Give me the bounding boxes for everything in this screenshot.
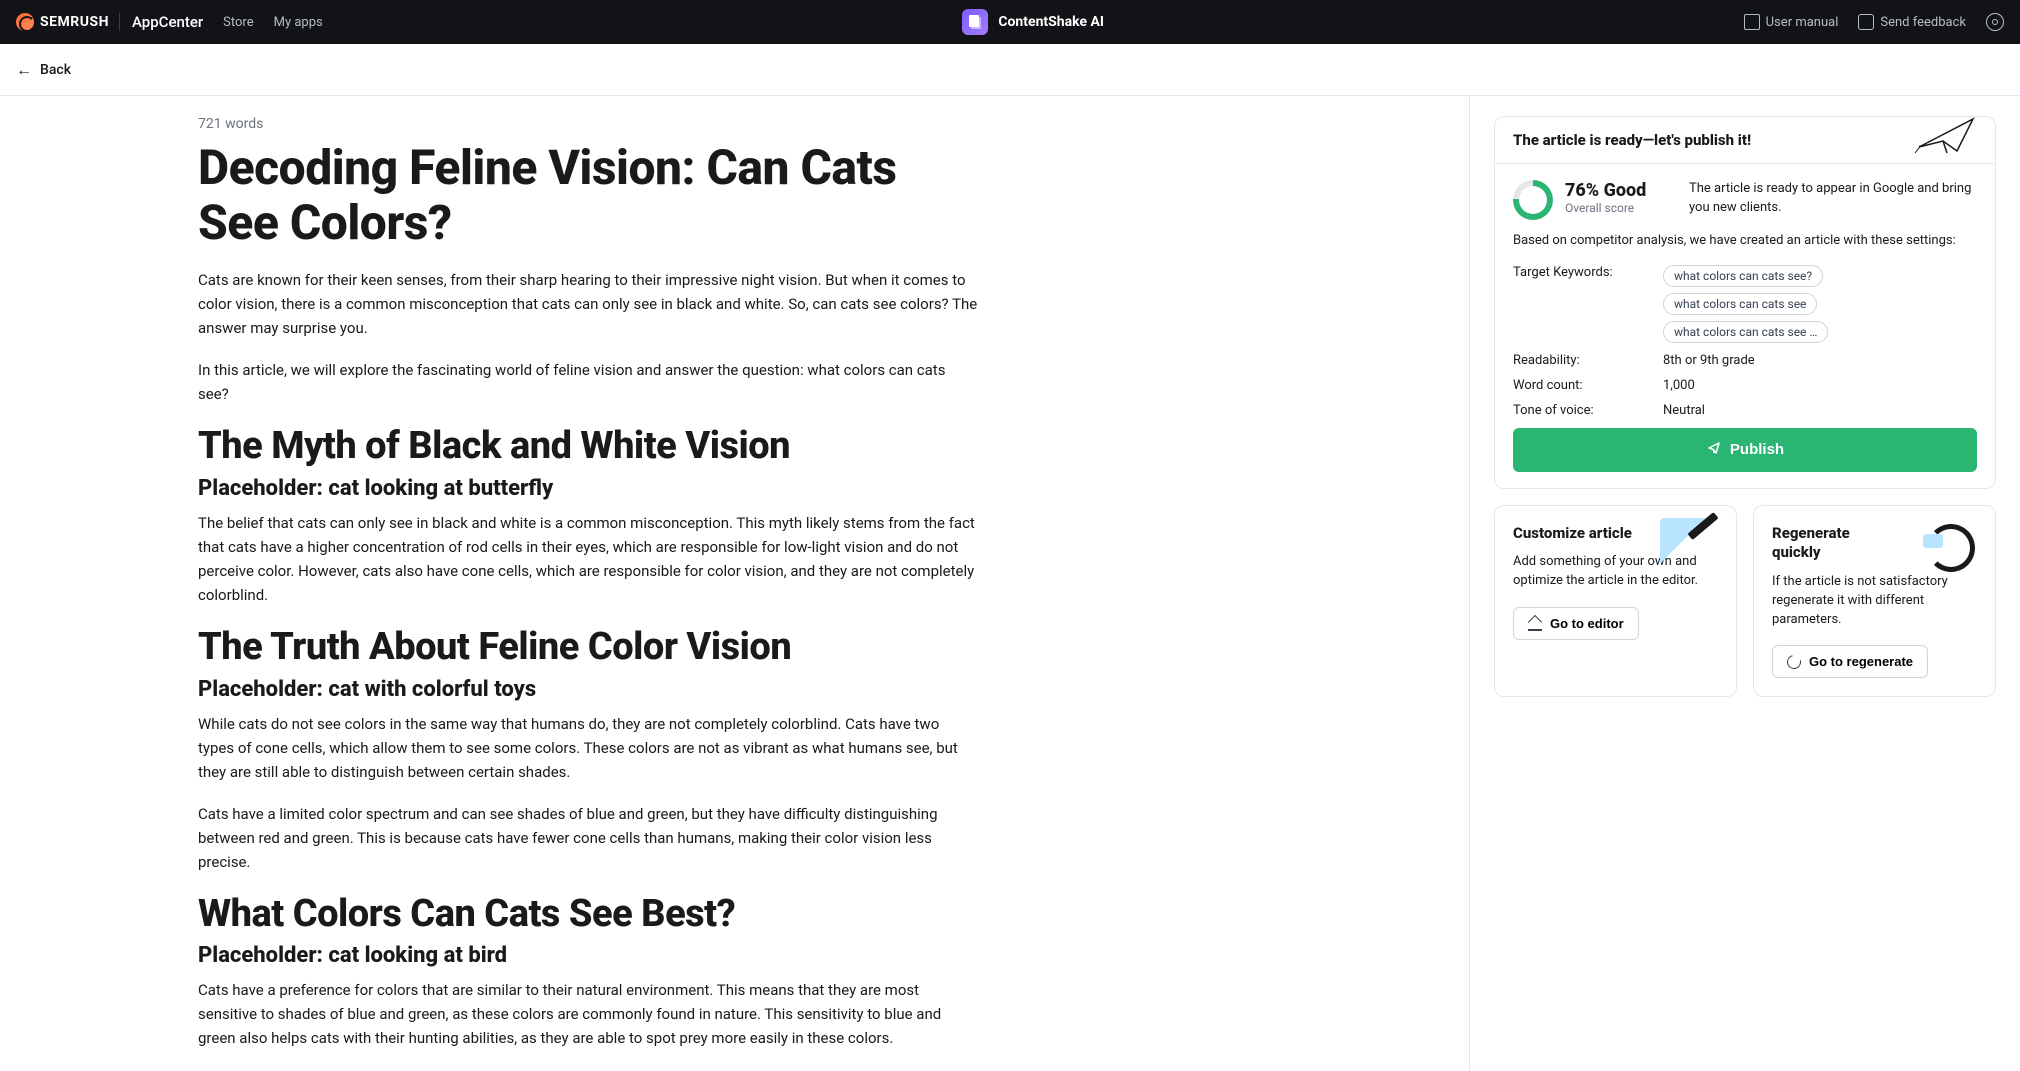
share-icon	[1706, 440, 1722, 460]
paragraph: Cats have a preference for colors that a…	[198, 978, 978, 1050]
paragraph: The belief that cats can only see in bla…	[198, 511, 978, 607]
ready-title: The article is ready—let's publish it!	[1513, 131, 1751, 149]
user-manual-label: User manual	[1766, 15, 1839, 30]
paragraph: Cats have a limited color spectrum and c…	[198, 802, 978, 874]
keyword-chips: what colors can cats see? what colors can…	[1663, 265, 1977, 343]
app-name: ContentShake AI	[998, 14, 1104, 30]
book-icon	[1744, 14, 1760, 30]
card-title: Customize article	[1513, 524, 1643, 544]
semrush-logo[interactable]: SEMRUSH AppCenter	[16, 13, 203, 31]
refresh-icon	[1784, 652, 1803, 671]
paragraph: Cats are known for their keen senses, fr…	[198, 268, 978, 340]
customize-card: Customize article Add something of your …	[1494, 505, 1737, 698]
keywords-label: Target Keywords:	[1513, 265, 1653, 280]
keyword-chip[interactable]: what colors can cats see	[1663, 293, 1817, 315]
keyword-chip[interactable]: what colors can cats see …	[1663, 321, 1828, 343]
panel-header: The article is ready—let's publish it!	[1495, 117, 1995, 164]
score-subtitle: Overall score	[1565, 201, 1675, 215]
wordcount-value: 1,000	[1663, 378, 1977, 393]
card-title: Regenerate quickly	[1772, 524, 1902, 563]
semrush-logo-icon	[16, 13, 34, 31]
section-heading: The Truth About Feline Color Vision	[198, 625, 978, 671]
article-title: Decoding Feline Vision: Can Cats See Col…	[198, 140, 978, 250]
analysis-text: Based on competitor analysis, we have cr…	[1513, 232, 1977, 251]
button-label: Go to regenerate	[1809, 654, 1913, 669]
image-placeholder: Placeholder: cat with colorful toys	[198, 677, 978, 702]
brand-name: SEMRUSH	[40, 14, 109, 30]
current-app[interactable]: ContentShake AI	[962, 9, 1104, 35]
appcenter-label: AppCenter	[119, 13, 203, 31]
nav-store[interactable]: Store	[223, 15, 253, 30]
go-to-editor-button[interactable]: Go to editor	[1513, 607, 1639, 640]
settings-icon[interactable]	[1986, 13, 2004, 31]
publish-label: Publish	[1730, 441, 1784, 458]
keyword-chip[interactable]: what colors can cats see?	[1663, 265, 1823, 287]
section-heading: The Myth of Black and White Vision	[198, 424, 978, 470]
score-donut-icon	[1513, 180, 1553, 220]
readability-value: 8th or 9th grade	[1663, 353, 1977, 368]
image-placeholder: Placeholder: cat looking at butterfly	[198, 476, 978, 501]
pen-illustration-icon	[1660, 518, 1724, 568]
refresh-illustration-icon	[1919, 518, 1983, 568]
send-feedback-link[interactable]: Send feedback	[1858, 14, 1966, 30]
score-value: 76% Good	[1565, 180, 1675, 201]
button-label: Go to editor	[1550, 616, 1624, 631]
publish-button[interactable]: Publish	[1513, 428, 1977, 472]
readability-label: Readability:	[1513, 353, 1653, 368]
arrow-left-icon: ←	[16, 60, 32, 80]
tone-label: Tone of voice:	[1513, 403, 1653, 418]
image-placeholder: Placeholder: cat looking at bird	[198, 943, 978, 968]
chat-icon	[1858, 14, 1874, 30]
section-heading: What Colors Can Cats See Best?	[198, 892, 978, 938]
go-to-regenerate-button[interactable]: Go to regenerate	[1772, 645, 1928, 678]
score-description: The article is ready to appear in Google…	[1689, 180, 1977, 218]
score-panel: The article is ready—let's publish it! 7…	[1494, 116, 1996, 489]
sidebar: The article is ready—let's publish it! 7…	[1470, 96, 2020, 1071]
back-button[interactable]: ← Back	[0, 44, 2020, 96]
nav-my-apps[interactable]: My apps	[274, 15, 323, 30]
card-description: If the article is not satisfactory regen…	[1772, 573, 1977, 630]
send-feedback-label: Send feedback	[1880, 15, 1966, 30]
article-content[interactable]: 721 words Decoding Feline Vision: Can Ca…	[0, 96, 1470, 1071]
paragraph: While cats do not see colors in the same…	[198, 712, 978, 784]
wordcount-label: Word count:	[1513, 378, 1653, 393]
app-header: SEMRUSH AppCenter Store My apps ContentS…	[0, 0, 2020, 44]
edit-icon	[1528, 617, 1542, 631]
contentshake-icon	[962, 9, 988, 35]
word-count: 721 words	[198, 116, 978, 132]
tone-value: Neutral	[1663, 403, 1977, 418]
regenerate-card: Regenerate quickly If the article is not…	[1753, 505, 1996, 698]
paper-plane-icon	[1913, 113, 1985, 157]
back-label: Back	[40, 62, 71, 78]
paragraph: In this article, we will explore the fas…	[198, 358, 978, 406]
user-manual-link[interactable]: User manual	[1744, 14, 1839, 30]
